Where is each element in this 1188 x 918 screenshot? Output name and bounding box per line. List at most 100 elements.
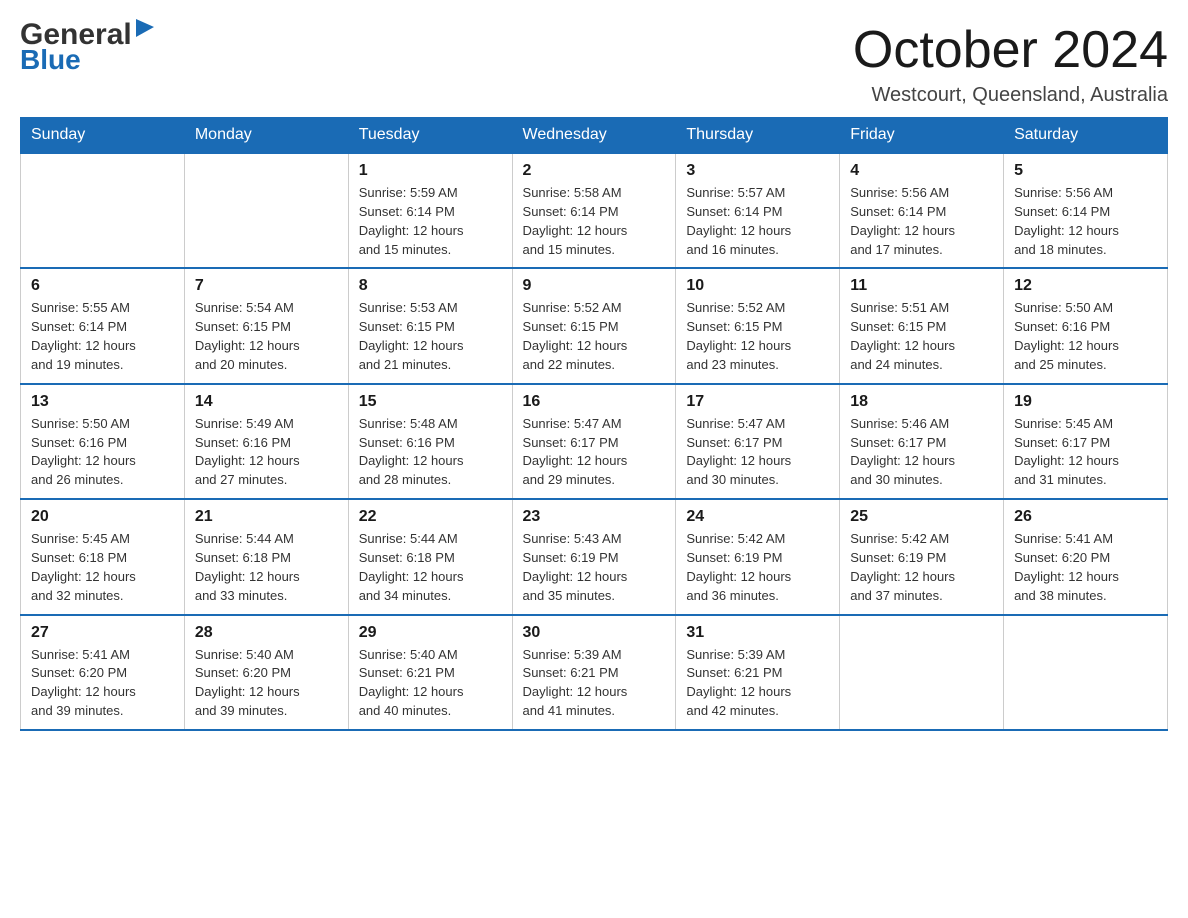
calendar-header-thursday: Thursday <box>676 118 840 154</box>
calendar-header-wednesday: Wednesday <box>512 118 676 154</box>
calendar-cell: 11Sunrise: 5:51 AMSunset: 6:15 PMDayligh… <box>840 268 1004 383</box>
calendar-week-row: 27 Sunrise: 5:41 AMSunset: 6:20 PMDayligh… <box>21 615 1168 730</box>
day-info: Sunrise: 5:56 AMSunset: 6:14 PMDaylight:… <box>1014 184 1157 259</box>
calendar-cell: 14 Sunrise: 5:49 AMSunset: 6:16 PMDayligh… <box>184 384 348 499</box>
day-info: Sunrise: 5:45 AMSunset: 6:18 PMDaylight:… <box>31 530 174 605</box>
calendar-cell: 8 Sunrise: 5:53 AMSunset: 6:15 PMDaylight… <box>348 268 512 383</box>
day-info: Sunrise: 5:39 AMSunset: 6:21 PMDaylight:… <box>523 646 666 721</box>
day-info: Sunrise: 5:49 AMSunset: 6:16 PMDaylight:… <box>195 415 338 490</box>
logo-blue-text: Blue <box>20 46 156 74</box>
calendar-cell: 26Sunrise: 5:41 AMSunset: 6:20 PMDayligh… <box>1004 499 1168 614</box>
day-info: Sunrise: 5:42 AMSunset: 6:19 PMDaylight:… <box>850 530 993 605</box>
day-info: Sunrise: 5:44 AMSunset: 6:18 PMDaylight:… <box>195 530 338 605</box>
day-info: Sunrise: 5:47 AMSunset: 6:17 PMDaylight:… <box>523 415 666 490</box>
calendar-cell: 10Sunrise: 5:52 AMSunset: 6:15 PMDayligh… <box>676 268 840 383</box>
day-number: 7 <box>195 277 338 295</box>
calendar-header-monday: Monday <box>184 118 348 154</box>
day-info: Sunrise: 5:48 AMSunset: 6:16 PMDaylight:… <box>359 415 502 490</box>
day-number: 14 <box>195 393 338 411</box>
page-header: General Blue October 2024 Westcourt, Que… <box>20 20 1168 107</box>
calendar-week-row: 1 Sunrise: 5:59 AMSunset: 6:14 PMDaylight… <box>21 153 1168 268</box>
calendar-cell: 30 Sunrise: 5:39 AMSunset: 6:21 PMDayligh… <box>512 615 676 730</box>
day-number: 28 <box>195 624 338 642</box>
day-number: 30 <box>523 624 666 642</box>
calendar-cell: 15 Sunrise: 5:48 AMSunset: 6:16 PMDayligh… <box>348 384 512 499</box>
calendar-cell: 18 Sunrise: 5:46 AMSunset: 6:17 PMDayligh… <box>840 384 1004 499</box>
day-info: Sunrise: 5:41 AMSunset: 6:20 PMDaylight:… <box>31 646 174 721</box>
calendar-cell <box>1004 615 1168 730</box>
day-number: 9 <box>523 277 666 295</box>
day-info: Sunrise: 5:40 AMSunset: 6:20 PMDaylight:… <box>195 646 338 721</box>
day-number: 31 <box>686 624 829 642</box>
calendar-table: SundayMondayTuesdayWednesdayThursdayFrid… <box>20 117 1168 731</box>
calendar-header-saturday: Saturday <box>1004 118 1168 154</box>
calendar-cell: 5 Sunrise: 5:56 AMSunset: 6:14 PMDaylight… <box>1004 153 1168 268</box>
day-info: Sunrise: 5:50 AMSunset: 6:16 PMDaylight:… <box>31 415 174 490</box>
day-number: 23 <box>523 508 666 526</box>
calendar-cell: 29 Sunrise: 5:40 AMSunset: 6:21 PMDayligh… <box>348 615 512 730</box>
day-number: 26 <box>1014 508 1157 526</box>
calendar-cell: 24Sunrise: 5:42 AMSunset: 6:19 PMDayligh… <box>676 499 840 614</box>
day-number: 3 <box>686 162 829 180</box>
calendar-cell: 28 Sunrise: 5:40 AMSunset: 6:20 PMDayligh… <box>184 615 348 730</box>
day-number: 27 <box>31 624 174 642</box>
day-number: 4 <box>850 162 993 180</box>
calendar-cell: 23 Sunrise: 5:43 AMSunset: 6:19 PMDayligh… <box>512 499 676 614</box>
title-section: October 2024 Westcourt, Queensland, Aust… <box>853 20 1168 107</box>
calendar-header-friday: Friday <box>840 118 1004 154</box>
day-info: Sunrise: 5:53 AMSunset: 6:15 PMDaylight:… <box>359 299 502 374</box>
calendar-cell: 22 Sunrise: 5:44 AMSunset: 6:18 PMDayligh… <box>348 499 512 614</box>
day-info: Sunrise: 5:57 AMSunset: 6:14 PMDaylight:… <box>686 184 829 259</box>
day-info: Sunrise: 5:58 AMSunset: 6:14 PMDaylight:… <box>523 184 666 259</box>
calendar-cell: 2 Sunrise: 5:58 AMSunset: 6:14 PMDaylight… <box>512 153 676 268</box>
calendar-cell: 4 Sunrise: 5:56 AMSunset: 6:14 PMDaylight… <box>840 153 1004 268</box>
calendar-cell: 6Sunrise: 5:55 AMSunset: 6:14 PMDaylight… <box>21 268 185 383</box>
calendar-header-sunday: Sunday <box>21 118 185 154</box>
calendar-header-tuesday: Tuesday <box>348 118 512 154</box>
day-number: 17 <box>686 393 829 411</box>
calendar-cell: 12Sunrise: 5:50 AMSunset: 6:16 PMDayligh… <box>1004 268 1168 383</box>
day-number: 15 <box>359 393 502 411</box>
calendar-cell: 25 Sunrise: 5:42 AMSunset: 6:19 PMDayligh… <box>840 499 1004 614</box>
day-number: 12 <box>1014 277 1157 295</box>
day-number: 13 <box>31 393 174 411</box>
logo-flag-icon <box>134 19 156 41</box>
month-title: October 2024 <box>853 20 1168 80</box>
day-number: 25 <box>850 508 993 526</box>
day-info: Sunrise: 5:51 AMSunset: 6:15 PMDaylight:… <box>850 299 993 374</box>
day-number: 18 <box>850 393 993 411</box>
day-number: 21 <box>195 508 338 526</box>
day-info: Sunrise: 5:46 AMSunset: 6:17 PMDaylight:… <box>850 415 993 490</box>
calendar-cell <box>184 153 348 268</box>
calendar-cell <box>840 615 1004 730</box>
day-number: 6 <box>31 277 174 295</box>
day-number: 2 <box>523 162 666 180</box>
day-number: 5 <box>1014 162 1157 180</box>
day-info: Sunrise: 5:52 AMSunset: 6:15 PMDaylight:… <box>686 299 829 374</box>
calendar-cell: 1 Sunrise: 5:59 AMSunset: 6:14 PMDaylight… <box>348 153 512 268</box>
calendar-cell: 3 Sunrise: 5:57 AMSunset: 6:14 PMDaylight… <box>676 153 840 268</box>
day-info: Sunrise: 5:44 AMSunset: 6:18 PMDaylight:… <box>359 530 502 605</box>
day-number: 1 <box>359 162 502 180</box>
calendar-cell: 16 Sunrise: 5:47 AMSunset: 6:17 PMDayligh… <box>512 384 676 499</box>
calendar-cell <box>21 153 185 268</box>
day-number: 19 <box>1014 393 1157 411</box>
day-number: 8 <box>359 277 502 295</box>
calendar-cell: 13 Sunrise: 5:50 AMSunset: 6:16 PMDayligh… <box>21 384 185 499</box>
day-info: Sunrise: 5:56 AMSunset: 6:14 PMDaylight:… <box>850 184 993 259</box>
day-info: Sunrise: 5:43 AMSunset: 6:19 PMDaylight:… <box>523 530 666 605</box>
logo: General Blue <box>20 20 156 74</box>
day-info: Sunrise: 5:59 AMSunset: 6:14 PMDaylight:… <box>359 184 502 259</box>
calendar-week-row: 13 Sunrise: 5:50 AMSunset: 6:16 PMDayligh… <box>21 384 1168 499</box>
day-number: 22 <box>359 508 502 526</box>
day-info: Sunrise: 5:54 AMSunset: 6:15 PMDaylight:… <box>195 299 338 374</box>
day-number: 16 <box>523 393 666 411</box>
day-number: 29 <box>359 624 502 642</box>
logo-image: General Blue <box>20 20 156 74</box>
day-info: Sunrise: 5:40 AMSunset: 6:21 PMDaylight:… <box>359 646 502 721</box>
calendar-cell: 9 Sunrise: 5:52 AMSunset: 6:15 PMDaylight… <box>512 268 676 383</box>
calendar-cell: 21 Sunrise: 5:44 AMSunset: 6:18 PMDayligh… <box>184 499 348 614</box>
day-number: 24 <box>686 508 829 526</box>
day-info: Sunrise: 5:52 AMSunset: 6:15 PMDaylight:… <box>523 299 666 374</box>
day-info: Sunrise: 5:47 AMSunset: 6:17 PMDaylight:… <box>686 415 829 490</box>
